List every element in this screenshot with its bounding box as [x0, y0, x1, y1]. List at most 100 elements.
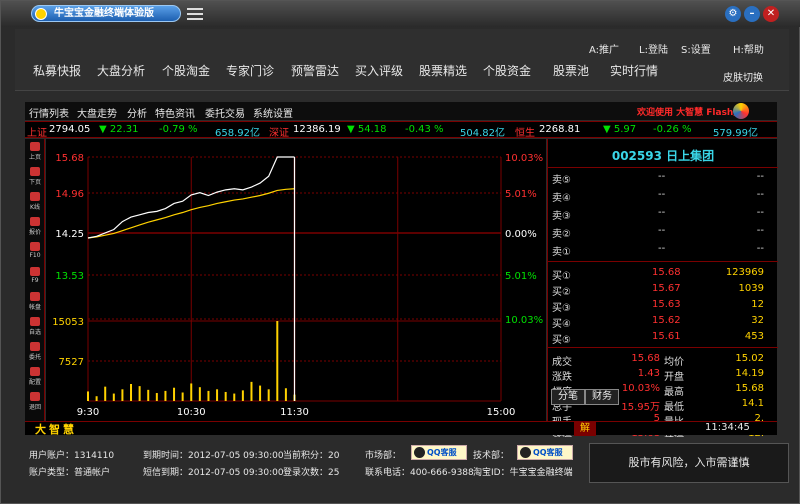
ask-volume: --	[756, 171, 764, 182]
entrust-icon	[30, 342, 40, 351]
account-type: 账户类型：普通帐户	[29, 468, 111, 478]
menu-market-trend[interactable]: 大盘走势	[77, 105, 117, 120]
qq-service-market[interactable]: QQ客服	[411, 445, 467, 460]
index-sh-pct: -0.79 %	[159, 124, 198, 135]
ask-label: 卖④	[552, 193, 571, 204]
tool-label: 委托	[28, 354, 41, 361]
tool-ledger[interactable]: 帐盘	[25, 289, 45, 317]
ask-price: --	[658, 171, 666, 182]
tool-watchlist[interactable]: 自选	[25, 314, 45, 342]
nav-item-stock-funds[interactable]: 个股资金	[483, 62, 531, 79]
ask-row[interactable]: 卖① -- --	[552, 241, 774, 258]
tool-page-up[interactable]: 上页	[25, 139, 45, 167]
index-sh-name[interactable]: 上证	[27, 124, 47, 139]
index-sh-amount: 658.92亿	[215, 128, 260, 139]
detail-tabs: 分笔 财务	[551, 389, 621, 405]
ask-row[interactable]: 卖② -- --	[552, 223, 774, 240]
brand-logo-icon	[733, 103, 749, 119]
nav-item-expert-clinic[interactable]: 专家门诊	[226, 62, 274, 79]
settings-icon[interactable]: ⚙	[725, 6, 741, 22]
intraday-chart[interactable]: 15.68 14.96 14.25 13.53 10.03% 5.01% 0.00% 5.01…	[46, 139, 546, 421]
nav-item-realtime[interactable]: 实时行情	[610, 62, 658, 79]
y-tick-label: 15.68	[55, 153, 84, 164]
bid-price: 15.68	[652, 267, 681, 278]
index-hs-name[interactable]: 恒生	[515, 124, 535, 139]
quick-promote[interactable]: A:推广	[589, 41, 619, 56]
menu-icon[interactable]	[187, 8, 203, 20]
ledger-icon	[30, 292, 40, 301]
bid-price: 15.61	[652, 331, 681, 342]
nav-item-private-news[interactable]: 私募快报	[33, 62, 81, 79]
stat-value: 15.68	[735, 383, 764, 394]
ask-row[interactable]: 卖⑤ -- --	[552, 169, 774, 186]
bid-row[interactable]: 买④ 15.62 32	[552, 313, 774, 330]
tab-ticks[interactable]: 分笔	[551, 389, 585, 405]
index-sz-pct: -0.43 %	[405, 124, 444, 135]
title-bar: 牛宝宝金融终端体验版 ⚙ – ✕	[1, 1, 800, 27]
tool-quote[interactable]: 报价	[25, 214, 45, 242]
nav-item-market-analysis[interactable]: 大盘分析	[97, 62, 145, 79]
stock-title: 002593 日上集团	[611, 149, 715, 163]
quick-login[interactable]: L:登陆	[639, 41, 668, 56]
left-toolbar: 上页 下页 K线 报价 F10 F9 帐盘 自选 委托 配置 退回	[25, 139, 45, 421]
ask-row[interactable]: 卖④ -- --	[552, 187, 774, 204]
ask-volume: --	[756, 225, 764, 236]
bid-row[interactable]: 买① 15.68 123969	[552, 265, 774, 282]
tool-f10[interactable]: F10	[25, 239, 45, 267]
tab-finance[interactable]: 财务	[585, 389, 619, 405]
y-tick-label-pct: 10.03%	[505, 315, 543, 326]
y-tick-label-pct: 0.00%	[505, 229, 537, 240]
skin-switch-link[interactable]: 皮肤切换	[723, 69, 763, 84]
quick-help[interactable]: H:帮助	[733, 41, 764, 56]
y-tick-label: 14.96	[55, 189, 84, 200]
bid-row[interactable]: 买⑤ 15.61 453	[552, 329, 774, 346]
tool-entrust[interactable]: 委托	[25, 339, 45, 367]
bid-volume: 12	[751, 299, 764, 310]
tool-config[interactable]: 配置	[25, 364, 45, 392]
nav-item-stock-pool[interactable]: 股票池	[553, 62, 589, 79]
minimize-button[interactable]: –	[744, 6, 760, 22]
ask-price: --	[658, 189, 666, 200]
brand-name: 大智慧	[35, 423, 77, 436]
close-button[interactable]: ✕	[763, 6, 779, 22]
bid-row[interactable]: 买③ 15.63 12	[552, 297, 774, 314]
tool-back[interactable]: 退回	[25, 389, 45, 417]
nav-item-stock-select[interactable]: 股票精选	[419, 62, 467, 79]
index-hs-amount: 579.99亿	[713, 128, 758, 139]
bid-price: 15.67	[652, 283, 681, 294]
index-ticker: 上证 2794.05 ▼ 22.31 -0.79 % 658.92亿 深证 12…	[25, 121, 777, 139]
market-dept-label: 市场部：	[365, 451, 402, 461]
tool-label: K线	[30, 204, 40, 211]
bid-volume: 453	[744, 331, 764, 342]
bid-label: 买⑤	[552, 335, 571, 346]
bid-row[interactable]: 买② 15.67 1039	[552, 281, 774, 298]
index-sz-name[interactable]: 深证	[269, 124, 289, 139]
tool-label: F9	[31, 277, 39, 284]
tool-kline[interactable]: K线	[25, 189, 45, 217]
menu-trade[interactable]: 委托交易	[205, 105, 245, 120]
ask-volume: --	[756, 189, 764, 200]
intraday-chart-svg: 15.68 14.96 14.25 13.53 10.03% 5.01% 0.00% 5.01…	[52, 153, 543, 418]
index-hs-change: ▼ 5.97	[603, 124, 637, 135]
config-icon	[30, 367, 40, 376]
tool-page-down[interactable]: 下页	[25, 164, 45, 192]
menu-featured-info[interactable]: 特色资讯	[155, 105, 195, 120]
stat-value: 1.43	[637, 368, 660, 379]
main-window: 牛宝宝金融终端体验版 ⚙ – ✕ A:推广 L:登陆 S:设置 H:帮助 私募快…	[0, 0, 800, 504]
tool-label: 自选	[28, 329, 41, 336]
tool-f9[interactable]: F9	[25, 264, 45, 292]
menu-system-settings[interactable]: 系统设置	[253, 105, 293, 120]
solve-button[interactable]: 解	[574, 422, 596, 436]
bid-label: 买④	[552, 319, 571, 330]
menu-analysis[interactable]: 分析	[127, 105, 147, 120]
clock: 11:34:45	[705, 422, 750, 433]
nav-item-buy-rating[interactable]: 买入评级	[355, 62, 403, 79]
nav-item-alert-radar[interactable]: 预警雷达	[291, 62, 339, 79]
tool-label: 上页	[28, 154, 41, 161]
nav-item-stock-picking[interactable]: 个股淘金	[162, 62, 210, 79]
ask-row[interactable]: 卖③ -- --	[552, 205, 774, 222]
back-icon	[30, 392, 40, 401]
menu-quote-list[interactable]: 行情列表	[29, 105, 69, 120]
quick-settings[interactable]: S:设置	[681, 41, 711, 56]
qq-service-tech[interactable]: QQ客服	[517, 445, 573, 460]
